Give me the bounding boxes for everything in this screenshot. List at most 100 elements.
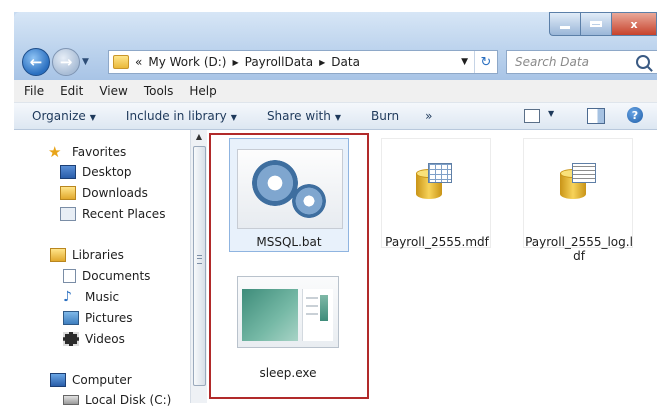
sidebar-scrollbar[interactable]: ▲ — [190, 130, 207, 403]
sidebar-item-documents[interactable]: Documents — [63, 269, 150, 283]
star-icon: ★ — [48, 143, 62, 161]
sidebar-label: Desktop — [82, 165, 132, 179]
minimize-icon — [560, 25, 570, 29]
menu-tools[interactable]: Tools — [144, 84, 174, 98]
sidebar-label: Pictures — [85, 311, 133, 325]
sidebar-label: Music — [85, 290, 120, 304]
sidebar-label: Downloads — [82, 186, 148, 200]
sidebar-item-pictures[interactable]: Pictures — [63, 311, 133, 325]
share-with-button[interactable]: Share with ▼ — [267, 109, 341, 123]
sidebar-label: Documents — [82, 269, 151, 283]
sidebar-label: Videos — [85, 332, 125, 346]
menu-file[interactable]: File — [24, 84, 44, 98]
desktop-icon — [60, 165, 76, 179]
maximize-button[interactable] — [580, 12, 612, 36]
burn-button[interactable]: Burn — [371, 109, 399, 123]
address-bar[interactable]: « My Work (D:) ▶ PayrollData ▶ Data ▼ ↻ — [108, 50, 498, 74]
videos-icon — [63, 332, 79, 346]
file-tile-payroll-mdf[interactable]: Payroll_2555.mdf — [381, 138, 491, 249]
search-icon[interactable] — [636, 55, 650, 69]
scroll-up-icon[interactable]: ▲ — [191, 130, 207, 144]
menu-edit[interactable]: Edit — [60, 84, 83, 98]
annotation-highlight-box — [209, 133, 369, 399]
sidebar-label: Libraries — [72, 248, 124, 262]
help-icon[interactable]: ? — [627, 107, 643, 123]
sidebar-label: Computer — [72, 373, 132, 387]
recent-pages-dropdown-icon[interactable]: ▼ — [82, 57, 89, 67]
menu-help[interactable]: Help — [189, 84, 216, 98]
close-icon: x — [630, 17, 638, 31]
navigation-pane: ★ Favorites Desktop Downloads Recent Plac… — [14, 130, 190, 407]
share-label: Share with — [266, 109, 331, 123]
sidebar-label: Recent Places — [82, 207, 166, 221]
chevron-down-icon[interactable]: ▼ — [548, 109, 554, 118]
minimize-button[interactable] — [549, 12, 580, 36]
include-in-library-button[interactable]: Include in library ▼ — [126, 109, 237, 123]
more-commands-button[interactable]: » — [425, 109, 432, 123]
sidebar-item-videos[interactable]: Videos — [63, 332, 125, 346]
documents-icon — [63, 269, 76, 283]
database-table-icon — [416, 163, 452, 201]
scrollbar-thumb[interactable] — [193, 146, 206, 386]
sidebar-item-local-disk[interactable]: Local Disk (C:) — [63, 393, 171, 407]
refresh-button[interactable]: ↻ — [474, 51, 497, 73]
breadcrumb-separator-icon[interactable]: ▶ — [319, 58, 325, 67]
breadcrumb-payrolldata[interactable]: PayrollData — [245, 55, 313, 69]
chevron-down-icon: ▼ — [89, 113, 96, 122]
music-note-icon: ♪ — [63, 289, 72, 305]
address-dropdown-icon[interactable]: ▼ — [461, 57, 468, 67]
recent-places-icon — [60, 207, 76, 221]
sidebar-label: Local Disk (C:) — [85, 393, 172, 407]
change-view-icon[interactable] — [524, 109, 540, 123]
chevron-down-icon: ▼ — [230, 113, 237, 122]
search-input[interactable]: Search Data — [515, 55, 636, 69]
sidebar-item-libraries[interactable]: Libraries — [50, 248, 124, 262]
caption-buttons: x — [549, 12, 657, 36]
organize-label: Organize — [32, 109, 86, 123]
breadcrumb-data[interactable]: Data — [331, 55, 360, 69]
preview-pane-icon[interactable] — [587, 108, 605, 124]
back-arrow-icon: ← — [29, 53, 43, 71]
sidebar-item-desktop[interactable]: Desktop — [60, 165, 132, 179]
command-bar: Organize ▼ Include in library ▼ Share with… — [14, 103, 657, 130]
desktop-top — [0, 0, 657, 12]
disk-drive-icon — [63, 395, 79, 405]
include-label: Include in library — [125, 109, 227, 123]
computer-icon — [50, 373, 66, 387]
breadcrumb-separator-icon[interactable]: ▶ — [232, 58, 238, 67]
search-box[interactable]: Search Data — [506, 50, 657, 74]
file-tile-payroll-log[interactable]: Payroll_2555_log.l df — [523, 138, 633, 263]
file-view: MSSQL.bat Payroll_2555.mdf Payroll_2555_… — [207, 130, 657, 403]
forward-button[interactable]: → — [52, 48, 80, 76]
sidebar-item-computer[interactable]: Computer — [50, 373, 132, 387]
file-name-line1: Payroll_2555_log.l — [525, 235, 633, 249]
libraries-icon — [50, 248, 66, 262]
pictures-icon — [63, 311, 79, 325]
file-name: Payroll_2555.mdf — [385, 235, 489, 249]
sidebar-item-recent-places[interactable]: Recent Places — [60, 207, 165, 221]
sidebar-item-favorites[interactable]: ★ Favorites — [48, 144, 126, 160]
forward-arrow-icon: → — [59, 53, 73, 71]
back-button[interactable]: ← — [22, 48, 50, 76]
folder-icon — [113, 55, 129, 69]
navigation-buttons: ← → ▼ — [22, 48, 89, 76]
log-sheet — [572, 163, 596, 183]
organize-button[interactable]: Organize ▼ — [32, 109, 96, 123]
sidebar-label: Favorites — [72, 145, 127, 159]
desktop-left — [0, 0, 14, 403]
maximize-icon — [590, 21, 602, 27]
downloads-icon — [60, 186, 76, 200]
table-sheet — [428, 163, 452, 183]
database-log-icon — [560, 163, 596, 201]
address-prefix[interactable]: « — [135, 55, 142, 69]
file-name-line2: df — [573, 249, 585, 263]
close-button[interactable]: x — [612, 12, 657, 36]
chevron-down-icon: ▼ — [334, 113, 341, 122]
breadcrumb-drive[interactable]: My Work (D:) — [148, 55, 226, 69]
sidebar-item-music[interactable]: ♪ Music — [63, 290, 119, 304]
sidebar-item-downloads[interactable]: Downloads — [60, 186, 148, 200]
menu-view[interactable]: View — [99, 84, 127, 98]
refresh-icon: ↻ — [480, 54, 492, 70]
menu-bar: File Edit View Tools Help — [14, 80, 657, 103]
grip-icon — [197, 255, 202, 264]
